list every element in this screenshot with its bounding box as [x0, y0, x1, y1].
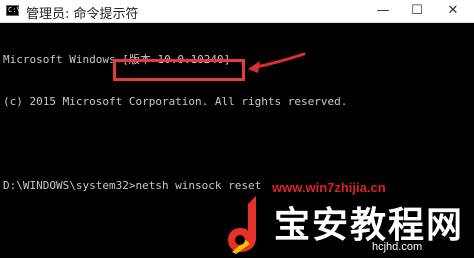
brand-domain: hcjhd.com — [372, 241, 423, 253]
brand-logo-icon — [228, 196, 256, 254]
minimize-button[interactable]: — — [368, 0, 398, 22]
brand-name: 宝安教程网 — [274, 205, 465, 246]
close-button[interactable]: ✕ — [438, 0, 468, 22]
command-highlight-box — [113, 59, 245, 81]
console-line-copyright: (c) 2015 Microsoft Corporation. All righ… — [3, 95, 348, 108]
brand-watermark: 宝安教程网 hcjhd.com — [222, 192, 474, 258]
command-prompt-window: C:\ 管理员: 命令提示符 — ☐ ✕ Microsoft Windows [… — [0, 0, 474, 258]
title-bar[interactable]: C:\ 管理员: 命令提示符 — ☐ ✕ — [0, 0, 474, 23]
cmd-icon: C:\ — [6, 5, 21, 16]
console-line-blank — [3, 137, 471, 151]
annotation-arrow-icon — [248, 52, 306, 73]
window-title: 管理员: 命令提示符 — [26, 7, 139, 22]
console-line-command: D:\WINDOWS\system32>netsh winsock reset — [3, 179, 262, 192]
maximize-button[interactable]: ☐ — [402, 0, 432, 22]
